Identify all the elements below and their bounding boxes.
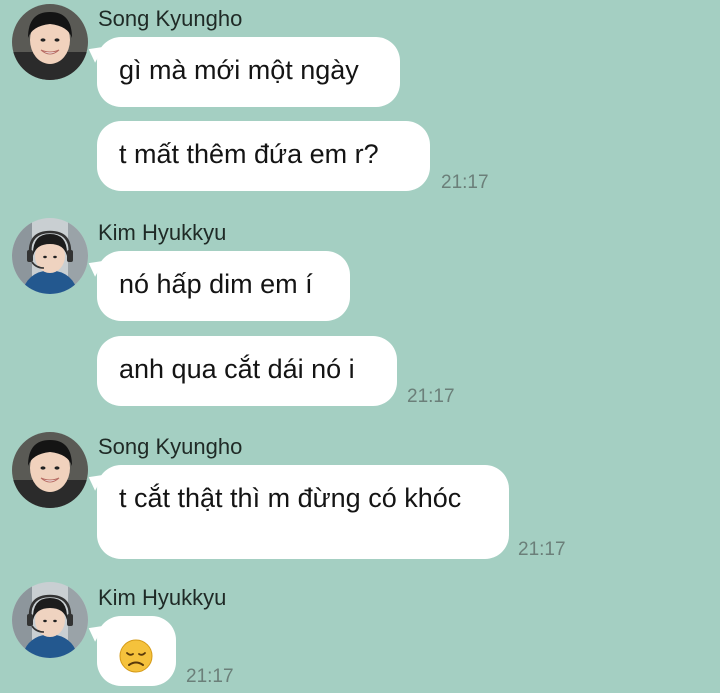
message-bubble[interactable]: gì mà mới một ngày bbox=[97, 37, 400, 107]
disappointed-face-icon bbox=[119, 639, 153, 673]
message-timestamp: 21:17 bbox=[407, 386, 455, 407]
message-bubble[interactable]: nó hấp dim em í bbox=[97, 251, 350, 321]
sender-name: Song Kyungho bbox=[98, 6, 243, 31]
sender-name: Kim Hyukkyu bbox=[98, 585, 227, 610]
avatar[interactable] bbox=[12, 582, 88, 658]
sender-name: Song Kyungho bbox=[98, 434, 243, 459]
message-bubble[interactable]: t mất thêm đứa em r? bbox=[97, 121, 430, 191]
message-timestamp: 21:17 bbox=[186, 666, 234, 687]
message-bubble[interactable]: t cắt thật thì m đừng có khóc bbox=[97, 465, 509, 559]
avatar[interactable] bbox=[12, 218, 88, 294]
message-timestamp: 21:17 bbox=[518, 539, 566, 560]
message-timestamp: 21:17 bbox=[441, 172, 489, 193]
message-bubble[interactable]: 😞 bbox=[97, 616, 176, 686]
avatar[interactable] bbox=[12, 4, 88, 80]
message-bubble[interactable]: anh qua cắt dái nó i bbox=[97, 336, 397, 406]
sender-name: Kim Hyukkyu bbox=[98, 220, 227, 245]
chat-area[interactable]: Song Kyungho gì mà mới một ngày t mất th… bbox=[0, 0, 720, 693]
avatar[interactable] bbox=[12, 432, 88, 508]
